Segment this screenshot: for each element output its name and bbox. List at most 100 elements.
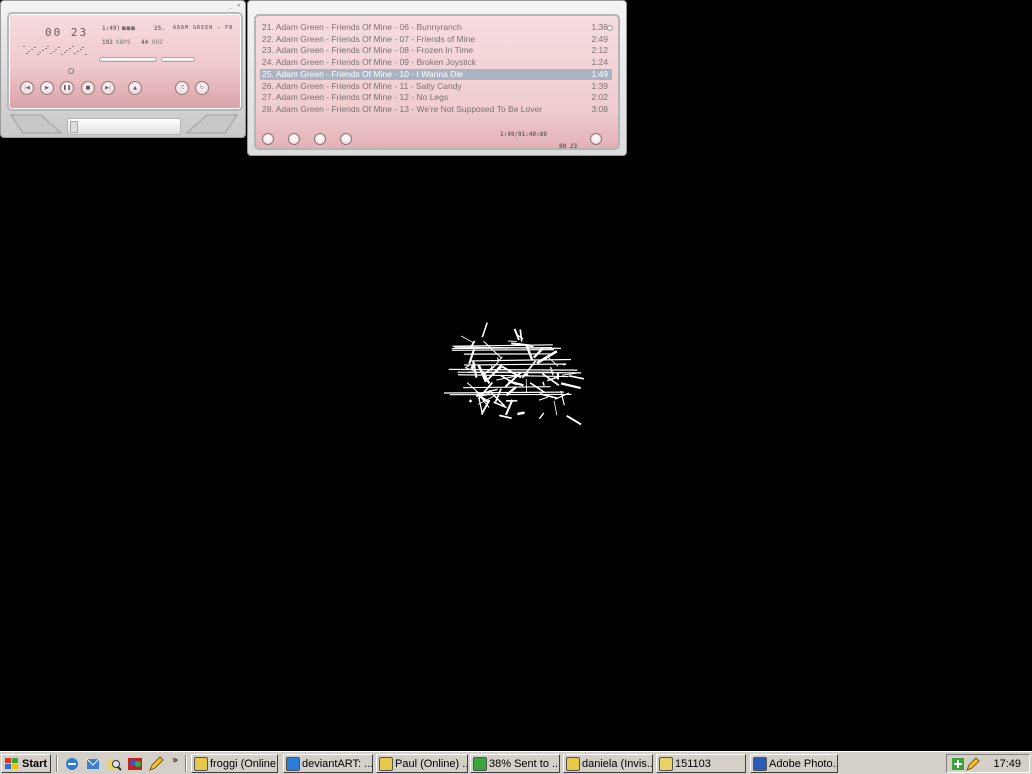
balance-knob[interactable] (68, 68, 74, 74)
playlist-remove-button[interactable] (288, 133, 300, 145)
visualizer-bar (85, 54, 88, 55)
messenger-quick-icon[interactable] (127, 756, 143, 772)
scrolling-title[interactable]: ADAM GREEN - FR (173, 25, 233, 31)
start-button[interactable]: Start (1, 754, 51, 773)
time-display[interactable]: 00 23 (45, 26, 88, 39)
play-button[interactable]: ▶ (40, 81, 54, 95)
stop-button[interactable]: ■ (81, 81, 95, 95)
playlist-row[interactable]: 23. Adam Green - Friends Of Mine - 08 - … (260, 45, 612, 56)
messenger-icon (194, 756, 208, 771)
playlist-row[interactable]: 28. Adam Green - Friends Of Mine - 13 - … (260, 104, 612, 115)
playlist-misc-button[interactable] (340, 133, 352, 145)
desktop-scribble-image (443, 322, 585, 426)
next-icon: ▶| (105, 85, 111, 91)
visualizer-bar (55, 49, 58, 50)
bitrate: 192 (102, 39, 113, 46)
windows-logo-icon (5, 757, 19, 770)
shuffle-icon: ⤮ (179, 85, 184, 91)
next-button[interactable]: ▶| (101, 81, 115, 95)
playlist-row-title: 25. Adam Green - Friends Of Mine - 10 - … (262, 68, 463, 79)
playlist-row[interactable]: 27. Adam Green - Friends Of Mine - 12 - … (260, 92, 612, 103)
visualizer-bar (23, 46, 25, 47)
position-slider-knob[interactable] (70, 121, 78, 133)
track-dots: ■■■ (122, 25, 136, 32)
search-folder-icon (659, 756, 673, 771)
visualizer-bar (68, 48, 71, 49)
eject-icon: ▲ (133, 85, 137, 91)
previous-button[interactable]: |◀ (20, 81, 34, 95)
taskbar-task-label: Paul (Online) ... (395, 757, 467, 770)
close-icon[interactable]: × (237, 3, 242, 9)
player-window[interactable]: _ × 00 23 1:49) ■■■ 25. ADAM GREEN - FR … (0, 0, 246, 138)
taskbar-separator (185, 755, 187, 772)
visualizer-bar (47, 46, 50, 47)
playlist-window[interactable]: 21. Adam Green - Friends Of Mine - 06 - … (247, 0, 627, 156)
pencil-tray-icon[interactable] (966, 757, 980, 771)
previous-icon: |◀ (24, 85, 30, 91)
volume-slider[interactable] (161, 57, 195, 62)
taskbar-task-button[interactable]: 38% Sent to ... (470, 754, 560, 773)
repeat-button[interactable]: ↻ (195, 81, 209, 95)
playlist-row-title: 28. Adam Green - Friends Of Mine - 13 - … (262, 103, 543, 114)
playlist-add-button[interactable] (262, 133, 274, 145)
playlist-row[interactable]: 25. Adam Green - Friends Of Mine - 10 - … (260, 68, 612, 80)
seek-bar[interactable] (99, 57, 157, 62)
taskbar-task-button[interactable]: 151103 (656, 754, 746, 773)
taskbar-task-button[interactable]: deviantART: ... (283, 754, 373, 773)
taskbar-task-button[interactable]: Paul (Online) ... (376, 754, 468, 773)
playlist-row-title: 21. Adam Green - Friends Of Mine - 06 - … (262, 22, 462, 32)
playlist-scroll-knob[interactable] (607, 25, 613, 31)
eject-button[interactable]: ▲ (128, 81, 142, 95)
file-transfer-icon (473, 756, 487, 771)
internet-explorer-icon (286, 756, 300, 771)
search-icon[interactable] (106, 756, 122, 772)
playlist-row-duration: 3:08 (591, 103, 608, 114)
visualizer-bar (28, 51, 31, 52)
pause-button[interactable]: ❚❚ (60, 81, 74, 95)
visualizer-bar (58, 47, 61, 48)
taskbar-task-button[interactable]: froggi (Online... (191, 754, 278, 773)
clock[interactable]: 17:49 (993, 758, 1021, 770)
bitrate-unit: KBPS (116, 39, 131, 46)
pencil-icon[interactable] (148, 756, 164, 772)
visualizer-bar (60, 54, 63, 55)
taskbar-task-button[interactable]: Adobe Photo... (750, 754, 838, 773)
playlist-list-button[interactable] (590, 133, 602, 145)
playlist-row[interactable]: 22. Adam Green - Friends Of Mine - 07 - … (260, 34, 612, 45)
playlist-panel: 21. Adam Green - Friends Of Mine - 06 - … (254, 14, 620, 150)
shuffle-button[interactable]: ⤮ (175, 81, 189, 95)
taskbar-task-button[interactable]: daniela (Invis... (563, 754, 653, 773)
playlist-select-button[interactable] (314, 133, 326, 145)
photoshop-icon (753, 756, 767, 771)
visualizer-bar (36, 54, 39, 55)
playlist-row[interactable]: 24. Adam Green - Friends Of Mine - 09 - … (260, 57, 612, 68)
playlist-row-title: 27. Adam Green - Friends Of Mine - 12 - … (262, 92, 449, 103)
visualizer-bar (74, 53, 77, 54)
playlist-row[interactable]: 21. Adam Green - Friends Of Mine - 06 - … (260, 22, 612, 33)
system-tray: 17:49 (946, 754, 1030, 773)
samplerate: 44 (141, 39, 149, 46)
internet-explorer-icon[interactable] (64, 756, 80, 772)
track-number: 25. (154, 25, 165, 32)
outlook-icon[interactable] (85, 756, 101, 772)
taskbar-task-label: daniela (Invis... (582, 757, 652, 770)
visualizer-bar (39, 52, 42, 53)
player-titlebar[interactable]: _ × (1, 1, 245, 10)
messenger-icon (566, 756, 580, 771)
visualizer-bar (66, 50, 69, 51)
samplerate-unit: KHZ (152, 39, 163, 46)
playlist-row[interactable]: 26. Adam Green - Friends Of Mine - 11 - … (260, 81, 612, 92)
taskbar-task-label: 38% Sent to ... (489, 757, 559, 770)
visualizer-bar (82, 47, 85, 48)
visualizer-bar (44, 48, 47, 49)
position-slider[interactable] (67, 118, 181, 135)
playlist-row-title: 26. Adam Green - Friends Of Mine - 11 - … (262, 80, 462, 91)
playlist-row-title: 22. Adam Green - Friends Of Mine - 07 - … (262, 33, 476, 44)
playlist-row-duration: 2:12 (591, 45, 608, 56)
quicklaunch-more-chevron-icon[interactable]: » (172, 755, 178, 766)
minimize-icon[interactable]: _ (229, 3, 234, 9)
messenger-icon (379, 756, 393, 771)
playlist-row-title: 23. Adam Green - Friends Of Mine - 08 - … (262, 45, 474, 56)
network-tray-icon[interactable] (951, 757, 965, 771)
spectrum-visualizer[interactable] (23, 42, 89, 56)
